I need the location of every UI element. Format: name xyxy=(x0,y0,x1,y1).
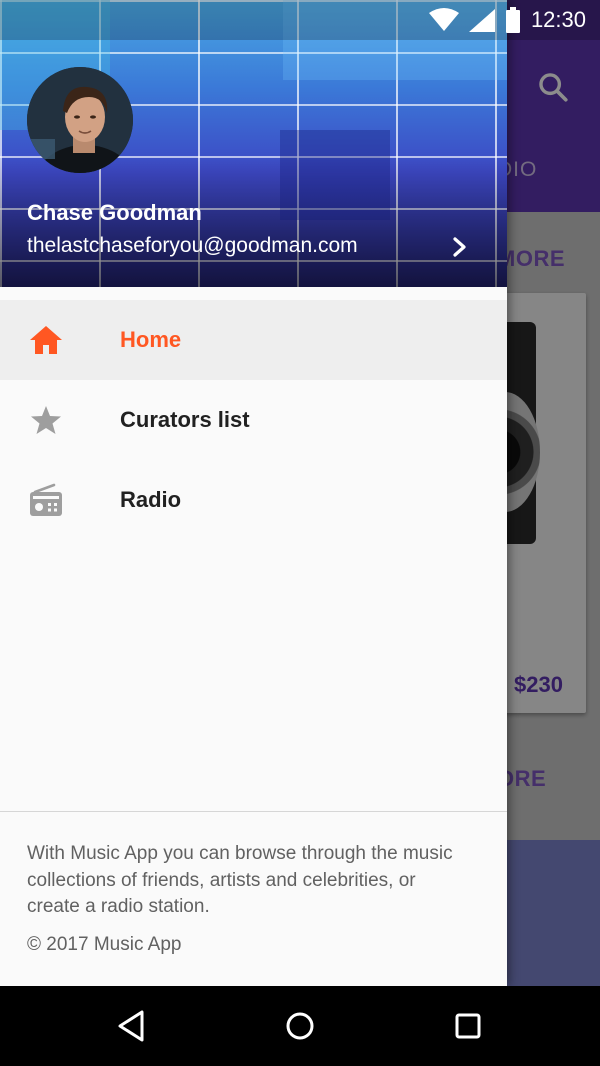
user-name: Chase Goodman xyxy=(27,200,202,225)
battery-icon xyxy=(505,7,520,33)
star-icon xyxy=(29,404,63,436)
chevron-right-icon xyxy=(453,237,466,257)
nav-item-label: Home xyxy=(120,327,182,352)
back-icon xyxy=(118,1010,144,1042)
home-icon xyxy=(29,324,63,356)
drawer-nav-list: Home Curators list Radio xyxy=(0,300,507,540)
recents-icon xyxy=(455,1013,481,1039)
signal-icon xyxy=(468,9,495,32)
nav-item-curators-list[interactable]: Curators list xyxy=(0,380,507,460)
avatar[interactable] xyxy=(27,67,133,173)
radio-icon xyxy=(29,483,63,516)
nav-item-label: Curators list xyxy=(120,407,250,432)
footer-divider xyxy=(0,811,507,812)
account-toggle-button[interactable] xyxy=(446,232,474,262)
nav-item-home[interactable]: Home xyxy=(0,300,507,380)
status-time: 12:30 xyxy=(530,7,586,32)
home-button[interactable] xyxy=(282,1008,318,1044)
drawer-header: Chase Goodman thelastchaseforyou@goodman… xyxy=(0,0,507,287)
status-bar: 12:30 xyxy=(0,0,600,40)
home-circle-icon xyxy=(286,1012,314,1040)
nav-item-radio[interactable]: Radio xyxy=(0,460,507,540)
wifi-icon xyxy=(428,8,459,31)
back-button[interactable] xyxy=(114,1008,150,1044)
navigation-drawer: Chase Goodman thelastchaseforyou@goodman… xyxy=(0,0,507,986)
nav-item-label: Radio xyxy=(120,487,182,512)
user-email: thelastchaseforyou@goodman.com xyxy=(27,234,358,257)
copyright-text: © 2017 Music App xyxy=(27,934,182,955)
header-bg-tile xyxy=(280,130,390,220)
recents-button[interactable] xyxy=(450,1008,486,1044)
app-description: With Music App you can browse through th… xyxy=(27,843,453,917)
system-navigation-bar xyxy=(0,986,600,1066)
